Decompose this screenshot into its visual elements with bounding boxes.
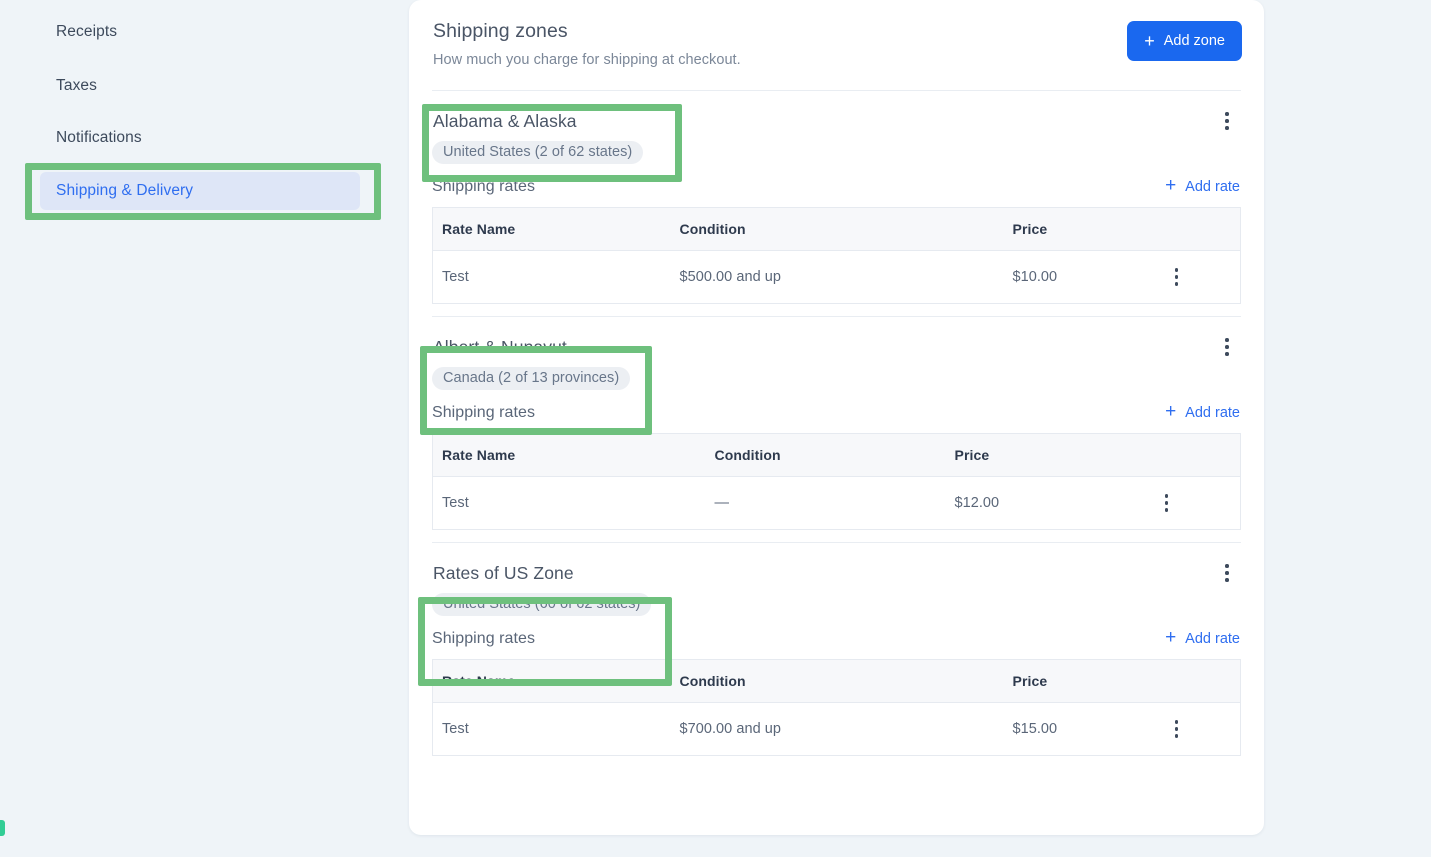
column-header-actions (1145, 433, 1241, 477)
cell-price: $10.00 (1003, 250, 1156, 304)
cell-condition: $500.00 and up (670, 250, 1004, 304)
shipping-zones-panel: Shipping zones How much you charge for s… (409, 0, 1264, 835)
column-header-rate-name: Rate Name (432, 433, 706, 477)
edge-marker-dot (0, 820, 5, 836)
cell-actions (1155, 702, 1241, 756)
table-row: Test $700.00 and up $15.00 (432, 702, 1241, 756)
sidebar-item-label: Receipts (56, 23, 118, 40)
shipping-rates-table: Rate Name Condition Price Test — $12.00 (432, 433, 1241, 530)
cell-price: $15.00 (1003, 702, 1156, 756)
add-zone-button[interactable]: + Add zone (1127, 21, 1242, 61)
status-badge: United States (2 of 62 states) (432, 141, 644, 164)
add-zone-label: Add zone (1163, 33, 1225, 49)
rate-menu-icon[interactable] (1155, 491, 1179, 515)
settings-sidebar: Receipts Taxes Notifications Shipping & … (0, 0, 409, 857)
shipping-rates-table: Rate Name Condition Price Test $500.00 a… (432, 207, 1241, 304)
cell-rate-name: Test (432, 476, 706, 530)
add-rate-label: Add rate (1185, 404, 1240, 421)
panel-header: Shipping zones How much you charge for s… (409, 0, 1264, 90)
cell-actions (1145, 476, 1241, 530)
cell-condition: $700.00 and up (670, 702, 1004, 756)
table-header-row: Rate Name Condition Price (432, 207, 1241, 251)
cell-price: $12.00 (945, 476, 1146, 530)
status-badge: United States (60 of 62 states) (432, 593, 652, 616)
zone-section: Albert & Nunavut Canada (2 of 13 provinc… (432, 317, 1241, 542)
zone-section: Rates of US Zone United States (60 of 62… (432, 543, 1241, 768)
zone-menu-icon[interactable] (1213, 333, 1241, 361)
plus-icon: + (1144, 30, 1155, 51)
cell-rate-name: Test (432, 702, 671, 756)
table-header-row: Rate Name Condition Price (432, 659, 1241, 703)
column-header-condition: Condition (705, 433, 946, 477)
table-row: Test — $12.00 (432, 476, 1241, 530)
plus-icon: + (1165, 627, 1177, 648)
sidebar-item-taxes[interactable]: Taxes (40, 67, 360, 105)
shipping-rates-label: Shipping rates (432, 403, 535, 421)
zones-list: Alabama & Alaska United States (2 of 62 … (409, 90, 1264, 768)
table-row: Test $500.00 and up $10.00 (432, 250, 1241, 304)
add-rate-label: Add rate (1185, 178, 1240, 195)
column-header-price: Price (945, 433, 1146, 477)
sidebar-item-label: Notifications (56, 129, 142, 146)
column-header-rate-name: Rate Name (432, 207, 671, 251)
table-header-row: Rate Name Condition Price (432, 433, 1241, 477)
add-rate-button[interactable]: + Add rate (1165, 175, 1241, 196)
zone-name: Rates of US Zone (433, 563, 574, 583)
column-header-condition: Condition (670, 207, 1004, 251)
rate-menu-icon[interactable] (1165, 265, 1189, 289)
zone-header: Rates of US Zone United States (60 of 62… (432, 549, 1241, 623)
rate-menu-icon[interactable] (1165, 717, 1189, 741)
plus-icon: + (1165, 401, 1177, 422)
column-header-actions (1155, 659, 1241, 703)
column-header-price: Price (1003, 659, 1156, 703)
add-rate-label: Add rate (1185, 630, 1240, 647)
zone-menu-icon[interactable] (1213, 107, 1241, 135)
cell-actions (1155, 250, 1241, 304)
plus-icon: + (1165, 175, 1177, 196)
zone-name: Alabama & Alaska (433, 111, 577, 131)
sidebar-item-receipts[interactable]: Receipts (40, 13, 360, 51)
shipping-rates-label: Shipping rates (432, 177, 535, 195)
cell-condition: — (705, 476, 946, 530)
shipping-rates-table: Rate Name Condition Price Test $700.00 a… (432, 659, 1241, 756)
rates-toolbar: Shipping rates + Add rate (432, 175, 1241, 196)
sidebar-item-notifications[interactable]: Notifications (40, 119, 360, 157)
rates-toolbar: Shipping rates + Add rate (432, 401, 1241, 422)
sidebar-item-label: Shipping & Delivery (56, 182, 194, 199)
page-title: Shipping zones (433, 20, 568, 42)
column-header-rate-name: Rate Name (432, 659, 671, 703)
status-badge: Canada (2 of 13 provinces) (432, 367, 631, 390)
column-header-condition: Condition (670, 659, 1004, 703)
column-header-price: Price (1003, 207, 1156, 251)
zone-name: Albert & Nunavut (433, 337, 567, 357)
rates-toolbar: Shipping rates + Add rate (432, 627, 1241, 648)
zone-section: Alabama & Alaska United States (2 of 62 … (432, 91, 1241, 316)
sidebar-item-shipping-and-delivery[interactable]: Shipping & Delivery (40, 172, 360, 210)
shipping-rates-label: Shipping rates (432, 629, 535, 647)
add-rate-button[interactable]: + Add rate (1165, 627, 1241, 648)
zone-menu-icon[interactable] (1213, 559, 1241, 587)
add-rate-button[interactable]: + Add rate (1165, 401, 1241, 422)
page-subtitle: How much you charge for shipping at chec… (433, 52, 741, 68)
cell-rate-name: Test (432, 250, 671, 304)
sidebar-item-label: Taxes (56, 77, 97, 94)
zone-header: Alabama & Alaska United States (2 of 62 … (432, 97, 1241, 171)
zone-header: Albert & Nunavut Canada (2 of 13 provinc… (432, 323, 1241, 397)
column-header-actions (1155, 207, 1241, 251)
